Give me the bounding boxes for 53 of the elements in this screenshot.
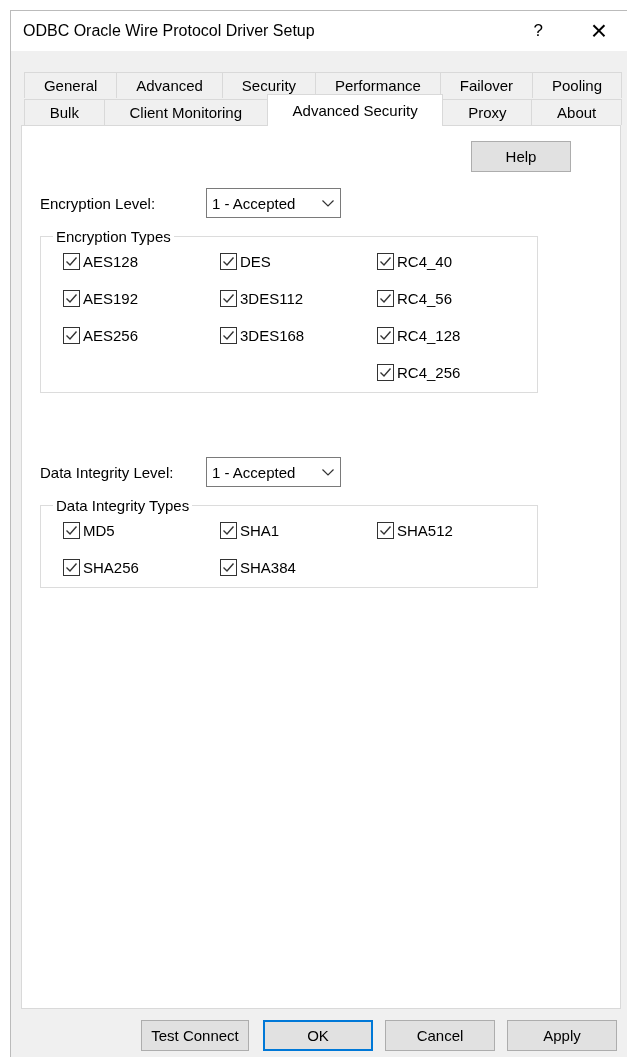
checked-checkbox[interactable] (377, 289, 394, 307)
checkbox-label[interactable]: AES192 (83, 289, 139, 307)
checkbox-label[interactable]: SHA256 (83, 558, 139, 576)
checked-checkbox[interactable] (220, 558, 237, 576)
checkbox-label[interactable]: 3DES168 (240, 326, 305, 344)
chevron-down-icon (322, 199, 334, 207)
checkbox-label[interactable]: RC4_56 (397, 289, 453, 307)
checkbox-label[interactable]: 3DES112 (240, 289, 304, 307)
checked-checkbox[interactable] (377, 326, 394, 344)
checkbox-label[interactable]: RC4_256 (397, 363, 461, 381)
help-glyph[interactable]: ? (505, 21, 571, 41)
group-title: Data Integrity Types (55, 497, 191, 514)
tab[interactable]: General (24, 72, 118, 98)
field-label: Data Integrity Level: (40, 463, 175, 481)
help-button[interactable]: Help (471, 141, 571, 172)
checkbox-label[interactable]: RC4_40 (397, 252, 453, 270)
checked-checkbox[interactable] (220, 289, 237, 307)
tab[interactable]: Pooling (532, 72, 622, 98)
checkbox-label[interactable]: MD5 (83, 521, 115, 539)
checkbox-label[interactable]: SHA384 (240, 558, 296, 576)
checkbox-label[interactable]: RC4_128 (397, 326, 461, 344)
level-dropdown[interactable]: 1 - Accepted (206, 188, 341, 218)
checked-checkbox[interactable] (220, 252, 237, 270)
checkbox-label[interactable]: SHA1 (240, 521, 280, 539)
checkbox-label[interactable]: DES (240, 252, 271, 270)
field-label: Encryption Level: (40, 194, 157, 212)
checked-checkbox[interactable] (63, 326, 80, 344)
group-title: Encryption Types (55, 228, 172, 245)
checked-checkbox[interactable] (63, 521, 80, 539)
dialog-button[interactable]: Test Connect (141, 1020, 249, 1051)
dropdown-value: 1 - Accepted (212, 194, 296, 212)
checked-checkbox[interactable] (377, 363, 394, 381)
tab[interactable]: Bulk (24, 99, 105, 125)
checked-checkbox[interactable] (220, 326, 237, 344)
checkbox-label[interactable]: AES256 (83, 326, 139, 344)
dialog-button[interactable]: Apply (507, 1020, 617, 1051)
dialog-button[interactable]: Cancel (385, 1020, 495, 1051)
window-title: ODBC Oracle Wire Protocol Driver Setup (23, 22, 316, 40)
checked-checkbox[interactable] (63, 558, 80, 576)
checked-checkbox[interactable] (377, 252, 394, 270)
checked-checkbox[interactable] (63, 289, 80, 307)
tab[interactable]: About (531, 99, 623, 125)
dialog-button[interactable]: OK (263, 1020, 373, 1051)
tab[interactable]: Advanced Security (266, 94, 444, 126)
checkbox-label[interactable]: SHA512 (397, 521, 453, 539)
checkbox-label[interactable]: AES128 (83, 252, 139, 270)
checked-checkbox[interactable] (63, 252, 80, 270)
checked-checkbox[interactable] (377, 521, 394, 539)
chevron-down-icon (322, 468, 334, 476)
close-button[interactable]: × (571, 17, 627, 45)
dropdown-value: 1 - Accepted (212, 463, 296, 481)
checked-checkbox[interactable] (220, 521, 237, 539)
level-dropdown[interactable]: 1 - Accepted (206, 457, 341, 487)
